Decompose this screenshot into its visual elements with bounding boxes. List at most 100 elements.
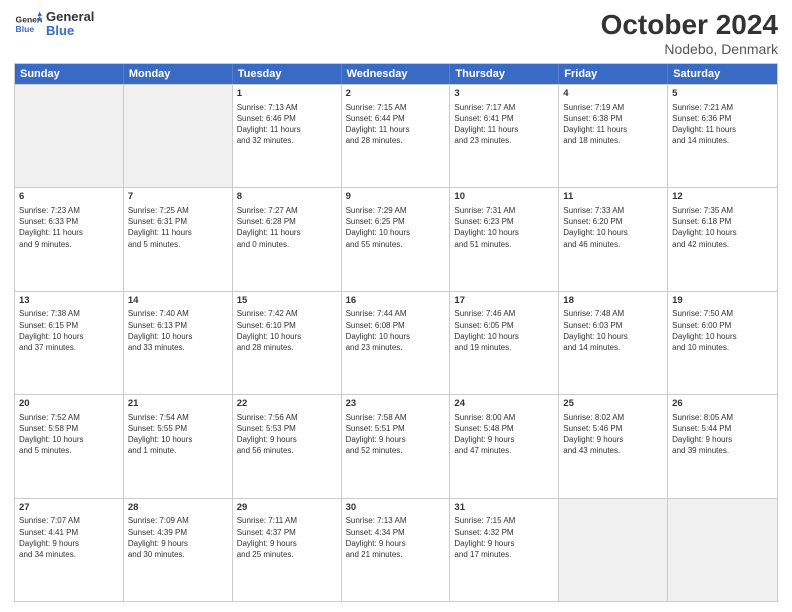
calendar-cell xyxy=(559,499,668,601)
day-info: Sunrise: 8:02 AM Sunset: 5:46 PM Dayligh… xyxy=(563,412,663,457)
calendar-cell: 29Sunrise: 7:11 AM Sunset: 4:37 PM Dayli… xyxy=(233,499,342,601)
day-info: Sunrise: 7:42 AM Sunset: 6:10 PM Dayligh… xyxy=(237,308,337,353)
calendar-cell: 26Sunrise: 8:05 AM Sunset: 5:44 PM Dayli… xyxy=(668,395,777,497)
logo-general: General xyxy=(46,10,94,24)
calendar-cell: 9Sunrise: 7:29 AM Sunset: 6:25 PM Daylig… xyxy=(342,188,451,290)
calendar-cell: 17Sunrise: 7:46 AM Sunset: 6:05 PM Dayli… xyxy=(450,292,559,394)
day-number: 7 xyxy=(128,191,228,204)
calendar-cell: 31Sunrise: 7:15 AM Sunset: 4:32 PM Dayli… xyxy=(450,499,559,601)
weekday-header: Sunday xyxy=(15,64,124,84)
page: General Blue General Blue October 2024 N… xyxy=(0,0,792,612)
day-number: 31 xyxy=(454,502,554,515)
weekday-header: Monday xyxy=(124,64,233,84)
calendar-cell: 23Sunrise: 7:58 AM Sunset: 5:51 PM Dayli… xyxy=(342,395,451,497)
day-info: Sunrise: 7:44 AM Sunset: 6:08 PM Dayligh… xyxy=(346,308,446,353)
calendar-cell: 3Sunrise: 7:17 AM Sunset: 6:41 PM Daylig… xyxy=(450,85,559,187)
calendar: SundayMondayTuesdayWednesdayThursdayFrid… xyxy=(14,63,778,602)
day-info: Sunrise: 7:40 AM Sunset: 6:13 PM Dayligh… xyxy=(128,308,228,353)
calendar-cell: 15Sunrise: 7:42 AM Sunset: 6:10 PM Dayli… xyxy=(233,292,342,394)
calendar-cell: 14Sunrise: 7:40 AM Sunset: 6:13 PM Dayli… xyxy=(124,292,233,394)
calendar-row: 13Sunrise: 7:38 AM Sunset: 6:15 PM Dayli… xyxy=(15,291,777,394)
day-number: 13 xyxy=(19,295,119,308)
day-info: Sunrise: 7:48 AM Sunset: 6:03 PM Dayligh… xyxy=(563,308,663,353)
svg-text:Blue: Blue xyxy=(16,24,35,34)
day-info: Sunrise: 7:52 AM Sunset: 5:58 PM Dayligh… xyxy=(19,412,119,457)
day-number: 28 xyxy=(128,502,228,515)
weekday-header: Saturday xyxy=(668,64,777,84)
day-info: Sunrise: 7:29 AM Sunset: 6:25 PM Dayligh… xyxy=(346,205,446,250)
day-info: Sunrise: 7:13 AM Sunset: 6:46 PM Dayligh… xyxy=(237,102,337,147)
day-info: Sunrise: 7:58 AM Sunset: 5:51 PM Dayligh… xyxy=(346,412,446,457)
day-info: Sunrise: 7:25 AM Sunset: 6:31 PM Dayligh… xyxy=(128,205,228,250)
calendar-cell: 7Sunrise: 7:25 AM Sunset: 6:31 PM Daylig… xyxy=(124,188,233,290)
location: Nodebo, Denmark xyxy=(601,41,778,57)
calendar-cell: 24Sunrise: 8:00 AM Sunset: 5:48 PM Dayli… xyxy=(450,395,559,497)
day-number: 17 xyxy=(454,295,554,308)
day-info: Sunrise: 8:05 AM Sunset: 5:44 PM Dayligh… xyxy=(672,412,773,457)
day-info: Sunrise: 7:09 AM Sunset: 4:39 PM Dayligh… xyxy=(128,515,228,560)
calendar-cell xyxy=(668,499,777,601)
day-info: Sunrise: 7:15 AM Sunset: 4:32 PM Dayligh… xyxy=(454,515,554,560)
calendar-cell: 11Sunrise: 7:33 AM Sunset: 6:20 PM Dayli… xyxy=(559,188,668,290)
calendar-cell: 6Sunrise: 7:23 AM Sunset: 6:33 PM Daylig… xyxy=(15,188,124,290)
calendar-cell: 5Sunrise: 7:21 AM Sunset: 6:36 PM Daylig… xyxy=(668,85,777,187)
day-number: 1 xyxy=(237,88,337,101)
day-info: Sunrise: 7:46 AM Sunset: 6:05 PM Dayligh… xyxy=(454,308,554,353)
weekday-header: Friday xyxy=(559,64,668,84)
day-number: 2 xyxy=(346,88,446,101)
calendar-cell: 13Sunrise: 7:38 AM Sunset: 6:15 PM Dayli… xyxy=(15,292,124,394)
calendar-cell: 20Sunrise: 7:52 AM Sunset: 5:58 PM Dayli… xyxy=(15,395,124,497)
day-info: Sunrise: 7:33 AM Sunset: 6:20 PM Dayligh… xyxy=(563,205,663,250)
calendar-row: 20Sunrise: 7:52 AM Sunset: 5:58 PM Dayli… xyxy=(15,394,777,497)
day-info: Sunrise: 7:17 AM Sunset: 6:41 PM Dayligh… xyxy=(454,102,554,147)
calendar-cell: 12Sunrise: 7:35 AM Sunset: 6:18 PM Dayli… xyxy=(668,188,777,290)
day-number: 8 xyxy=(237,191,337,204)
day-number: 30 xyxy=(346,502,446,515)
calendar-cell: 19Sunrise: 7:50 AM Sunset: 6:00 PM Dayli… xyxy=(668,292,777,394)
day-info: Sunrise: 7:38 AM Sunset: 6:15 PM Dayligh… xyxy=(19,308,119,353)
day-info: Sunrise: 7:23 AM Sunset: 6:33 PM Dayligh… xyxy=(19,205,119,250)
calendar-header: SundayMondayTuesdayWednesdayThursdayFrid… xyxy=(15,64,777,84)
logo-icon: General Blue xyxy=(14,10,42,38)
day-number: 24 xyxy=(454,398,554,411)
day-info: Sunrise: 7:54 AM Sunset: 5:55 PM Dayligh… xyxy=(128,412,228,457)
day-number: 29 xyxy=(237,502,337,515)
day-number: 23 xyxy=(346,398,446,411)
day-info: Sunrise: 7:31 AM Sunset: 6:23 PM Dayligh… xyxy=(454,205,554,250)
weekday-header: Thursday xyxy=(450,64,559,84)
day-info: Sunrise: 7:13 AM Sunset: 4:34 PM Dayligh… xyxy=(346,515,446,560)
day-info: Sunrise: 7:11 AM Sunset: 4:37 PM Dayligh… xyxy=(237,515,337,560)
title-block: October 2024 Nodebo, Denmark xyxy=(601,10,778,57)
calendar-cell: 1Sunrise: 7:13 AM Sunset: 6:46 PM Daylig… xyxy=(233,85,342,187)
day-number: 21 xyxy=(128,398,228,411)
calendar-cell: 21Sunrise: 7:54 AM Sunset: 5:55 PM Dayli… xyxy=(124,395,233,497)
day-number: 6 xyxy=(19,191,119,204)
calendar-row: 1Sunrise: 7:13 AM Sunset: 6:46 PM Daylig… xyxy=(15,84,777,187)
calendar-cell: 8Sunrise: 7:27 AM Sunset: 6:28 PM Daylig… xyxy=(233,188,342,290)
calendar-row: 27Sunrise: 7:07 AM Sunset: 4:41 PM Dayli… xyxy=(15,498,777,601)
day-info: Sunrise: 8:00 AM Sunset: 5:48 PM Dayligh… xyxy=(454,412,554,457)
day-number: 9 xyxy=(346,191,446,204)
day-number: 3 xyxy=(454,88,554,101)
day-number: 11 xyxy=(563,191,663,204)
day-number: 27 xyxy=(19,502,119,515)
day-number: 12 xyxy=(672,191,773,204)
day-number: 15 xyxy=(237,295,337,308)
day-info: Sunrise: 7:19 AM Sunset: 6:38 PM Dayligh… xyxy=(563,102,663,147)
calendar-row: 6Sunrise: 7:23 AM Sunset: 6:33 PM Daylig… xyxy=(15,187,777,290)
day-info: Sunrise: 7:56 AM Sunset: 5:53 PM Dayligh… xyxy=(237,412,337,457)
day-info: Sunrise: 7:15 AM Sunset: 6:44 PM Dayligh… xyxy=(346,102,446,147)
day-info: Sunrise: 7:50 AM Sunset: 6:00 PM Dayligh… xyxy=(672,308,773,353)
calendar-cell: 28Sunrise: 7:09 AM Sunset: 4:39 PM Dayli… xyxy=(124,499,233,601)
month-title: October 2024 xyxy=(601,10,778,41)
day-number: 5 xyxy=(672,88,773,101)
calendar-cell: 22Sunrise: 7:56 AM Sunset: 5:53 PM Dayli… xyxy=(233,395,342,497)
day-number: 10 xyxy=(454,191,554,204)
calendar-cell: 4Sunrise: 7:19 AM Sunset: 6:38 PM Daylig… xyxy=(559,85,668,187)
calendar-cell: 30Sunrise: 7:13 AM Sunset: 4:34 PM Dayli… xyxy=(342,499,451,601)
day-info: Sunrise: 7:35 AM Sunset: 6:18 PM Dayligh… xyxy=(672,205,773,250)
calendar-cell xyxy=(15,85,124,187)
day-info: Sunrise: 7:07 AM Sunset: 4:41 PM Dayligh… xyxy=(19,515,119,560)
calendar-cell: 16Sunrise: 7:44 AM Sunset: 6:08 PM Dayli… xyxy=(342,292,451,394)
day-info: Sunrise: 7:21 AM Sunset: 6:36 PM Dayligh… xyxy=(672,102,773,147)
